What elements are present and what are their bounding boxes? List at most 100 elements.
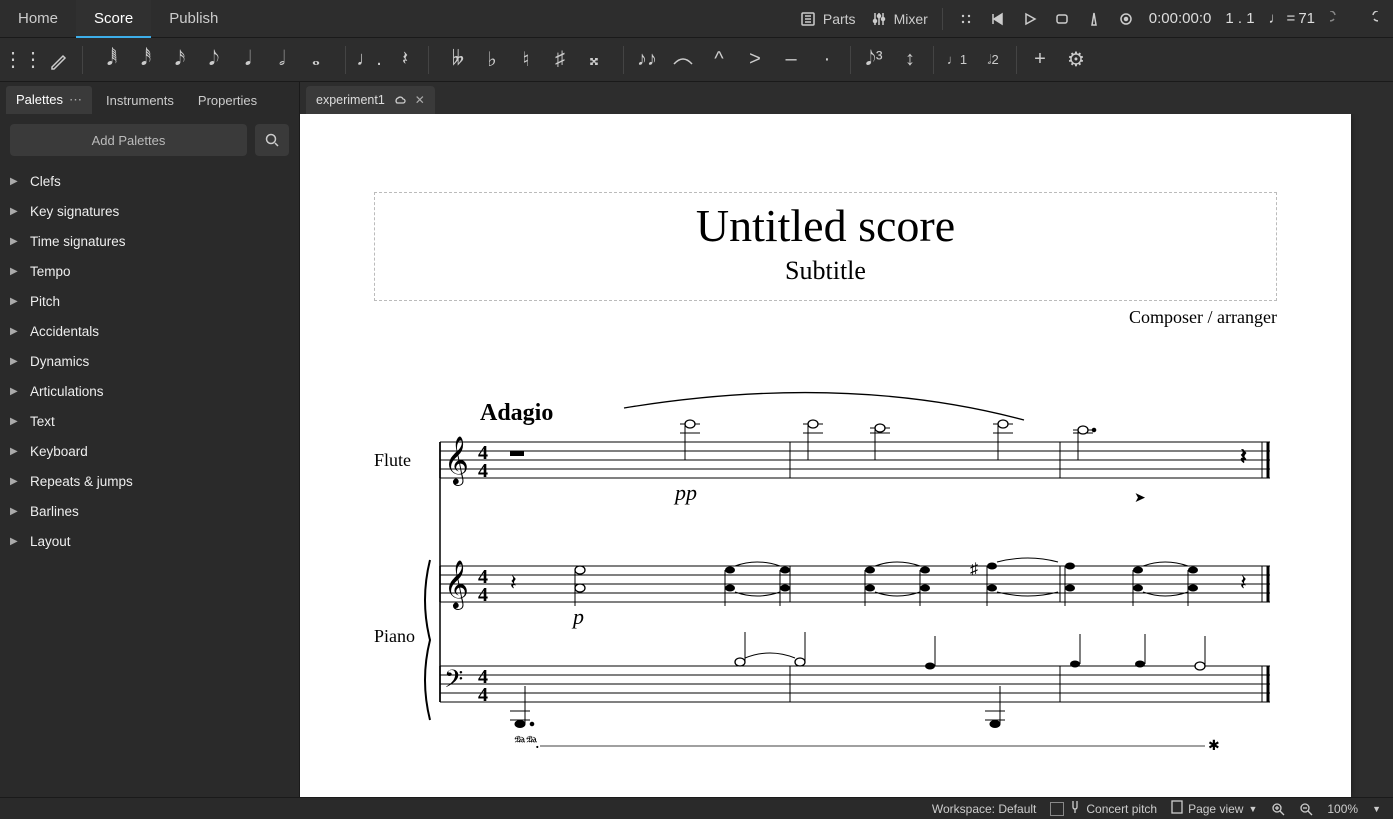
file-tab-label: experiment1 [316, 93, 385, 107]
close-tab-button[interactable]: ✕ [415, 93, 425, 107]
svg-text:4: 4 [478, 684, 488, 706]
mixer-label: Mixer [894, 11, 928, 27]
playback-settings-button[interactable] [1117, 10, 1135, 28]
tuplet-button[interactable]: 𝅘𝅥𝅮³ [859, 45, 889, 75]
palette-tempo[interactable]: ▶Tempo [10, 256, 289, 286]
svg-text:♯: ♯ [970, 561, 978, 578]
playback-beat: 1 . 1 [1225, 10, 1254, 27]
workspace-label[interactable]: Workspace: Default [932, 802, 1037, 816]
note-8th-button[interactable]: 𝅘𝅥𝅮 [199, 45, 229, 75]
palette-clefs[interactable]: ▶Clefs [10, 166, 289, 196]
natural-button[interactable]: ♮ [511, 45, 541, 75]
add-palettes-button[interactable]: Add Palettes [10, 124, 247, 156]
page-view-dropdown[interactable]: Page view ▼ [1171, 800, 1257, 817]
zoom-out-button[interactable] [1299, 802, 1313, 816]
note-whole-button[interactable]: 𝅝 [301, 45, 331, 75]
note-32nd-button[interactable]: 𝅘𝅥𝅰 [131, 45, 161, 75]
voice-1-button[interactable]: ♩1 [942, 45, 972, 75]
score-tab[interactable]: Score [76, 0, 151, 38]
music-system[interactable]: Adagio Flute Piano [374, 390, 1277, 775]
palettes-menu-icon[interactable]: ⋯ [69, 92, 82, 107]
toolbar-grip-icon[interactable]: ⋮⋮ [8, 45, 38, 75]
svg-text:𝄽: 𝄽 [1240, 570, 1247, 595]
grip-icon[interactable] [957, 10, 975, 28]
staccato-button[interactable]: · [812, 45, 842, 75]
svg-text:𝄽: 𝄽 [510, 570, 517, 595]
parts-label: Parts [823, 11, 856, 27]
metronome-button[interactable] [1085, 10, 1103, 28]
composer-text[interactable]: Composer / arranger [300, 307, 1277, 328]
palettes-tab[interactable]: Palettes⋯ [6, 86, 92, 114]
note-64th-button[interactable]: 𝅘𝅥𝅱 [97, 45, 127, 75]
flat-button[interactable]: ♭ [477, 45, 507, 75]
rewind-button[interactable] [989, 10, 1007, 28]
voice-2-button[interactable]: 𝅗𝅥2 [978, 45, 1008, 75]
palette-time-signatures[interactable]: ▶Time signatures [10, 226, 289, 256]
sharp-button[interactable]: ♯ [545, 45, 575, 75]
file-tab-experiment1[interactable]: experiment1 ✕ [306, 86, 435, 114]
flip-stem-button[interactable]: ↕ [895, 45, 925, 75]
dynamic-p[interactable]: p [571, 604, 584, 629]
palette-key-signatures[interactable]: ▶Key signatures [10, 196, 289, 226]
palette-dynamics[interactable]: ▶Dynamics [10, 346, 289, 376]
zoom-in-button[interactable] [1271, 802, 1285, 816]
palette-pitch[interactable]: ▶Pitch [10, 286, 289, 316]
loop-button[interactable] [1053, 10, 1071, 28]
undo-button[interactable] [1329, 10, 1347, 28]
chevron-down-icon: ▼ [1248, 804, 1257, 814]
svg-text:✱: ✱ [1208, 739, 1220, 754]
dynamic-pp[interactable]: pp [673, 480, 697, 505]
palette-text[interactable]: ▶Text [10, 406, 289, 436]
score-page[interactable]: Untitled score Subtitle Composer / arran… [300, 114, 1351, 797]
chevron-down-icon[interactable]: ▼ [1372, 804, 1381, 814]
mixer-button[interactable]: Mixer [870, 10, 928, 28]
edit-mode-button[interactable] [44, 45, 74, 75]
double-sharp-button[interactable]: 𝄪 [579, 45, 609, 75]
zoom-value[interactable]: 100% [1327, 802, 1358, 816]
instruments-tab[interactable]: Instruments [96, 87, 184, 114]
tempo-value[interactable]: 71 [1298, 10, 1315, 27]
marcato-button[interactable]: ^ [704, 45, 734, 75]
tuning-fork-icon [1069, 800, 1081, 817]
palette-repeats-jumps[interactable]: ▶Repeats & jumps [10, 466, 289, 496]
home-tab[interactable]: Home [0, 0, 76, 38]
palette-layout[interactable]: ▶Layout [10, 526, 289, 556]
status-bar: Workspace: Default Concert pitch Page vi… [0, 797, 1393, 819]
note-quarter-button[interactable]: 𝅘𝅥 [233, 45, 263, 75]
left-sidebar: Palettes⋯ Instruments Properties Add Pal… [0, 82, 300, 797]
rest-button[interactable]: 𝄽 [390, 45, 420, 75]
page-icon [1171, 800, 1183, 817]
dot-button[interactable]: ♩. [354, 45, 384, 75]
svg-text:𝄞: 𝄞 [444, 560, 469, 610]
palette-accidentals[interactable]: ▶Accidentals [10, 316, 289, 346]
note-half-button[interactable]: 𝅗𝅥 [267, 45, 297, 75]
pedal-marking[interactable]: 𝆮𝆮. [512, 732, 540, 752]
double-flat-button[interactable]: 𝄫 [443, 45, 473, 75]
instrument-piano-label[interactable]: Piano [374, 626, 415, 646]
slur-button[interactable] [668, 45, 698, 75]
palette-search-button[interactable] [255, 124, 289, 156]
palette-articulations[interactable]: ▶Articulations [10, 376, 289, 406]
play-button[interactable] [1021, 10, 1039, 28]
toolbar-settings-button[interactable]: ⚙ [1061, 45, 1091, 75]
tenuto-button[interactable]: – [776, 45, 806, 75]
redo-button[interactable] [1361, 10, 1379, 28]
note-16th-button[interactable]: 𝅘𝅥𝅯 [165, 45, 195, 75]
palette-keyboard[interactable]: ▶Keyboard [10, 436, 289, 466]
score-subtitle[interactable]: Subtitle [375, 256, 1276, 286]
score-title[interactable]: Untitled score [375, 199, 1276, 252]
tempo-eq: = [1287, 10, 1296, 27]
accent-button[interactable]: > [740, 45, 770, 75]
instrument-flute-label[interactable]: Flute [374, 450, 411, 470]
palette-barlines[interactable]: ▶Barlines [10, 496, 289, 526]
note-toolbar: ⋮⋮ 𝅘𝅥𝅱 𝅘𝅥𝅰 𝅘𝅥𝅯 𝅘𝅥𝅮 𝅘𝅥 𝅗𝅥 𝅝 ♩. 𝄽 𝄫 ♭ ♮ ♯ … [0, 38, 1393, 82]
parts-button[interactable]: Parts [799, 10, 856, 28]
tempo-marking[interactable]: Adagio [480, 400, 553, 426]
concert-pitch-toggle[interactable]: Concert pitch [1050, 800, 1157, 817]
publish-tab[interactable]: Publish [151, 0, 236, 38]
title-frame[interactable]: Untitled score Subtitle [374, 192, 1277, 301]
palette-list: ▶Clefs ▶Key signatures ▶Time signatures … [0, 166, 299, 556]
tie-button[interactable]: ♪♪ [632, 45, 662, 75]
properties-tab[interactable]: Properties [188, 87, 267, 114]
add-button[interactable]: + [1025, 45, 1055, 75]
